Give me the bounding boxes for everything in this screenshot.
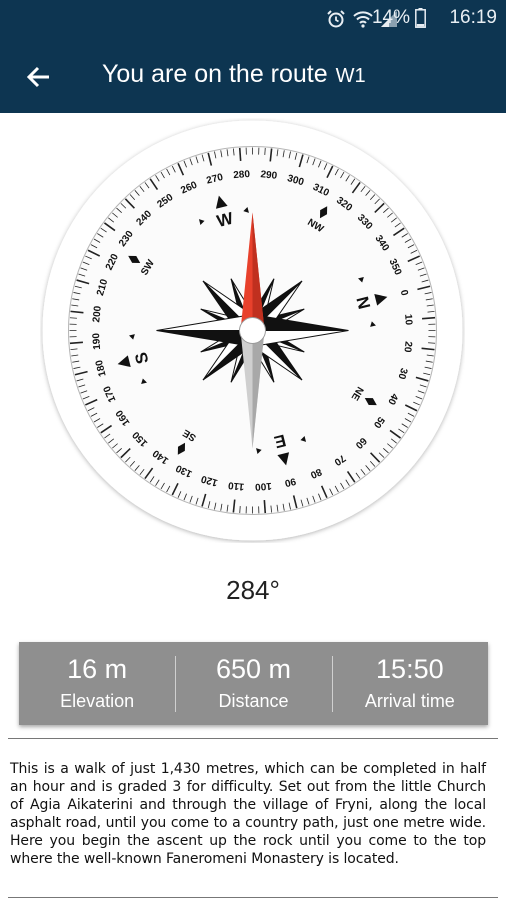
arrow-left-icon bbox=[26, 66, 49, 88]
status-bar: 14% 16:19 bbox=[0, 0, 506, 38]
battery-percentage: 14% bbox=[371, 7, 410, 28]
elevation-value: 16 m bbox=[67, 654, 128, 684]
degree-label: 10 bbox=[402, 314, 414, 326]
wifi-icon bbox=[353, 11, 373, 28]
degree-label: 290 bbox=[260, 169, 278, 182]
divider-bottom bbox=[8, 897, 498, 898]
back-button[interactable] bbox=[18, 57, 58, 97]
arrival-label: Arrival time bbox=[364, 691, 455, 711]
page-title: You are on the route W1 bbox=[102, 60, 366, 89]
divider-top bbox=[8, 738, 498, 739]
arrival-value: 15:50 bbox=[376, 654, 444, 684]
distance-label: Distance bbox=[218, 691, 289, 711]
degree-label: 280 bbox=[233, 169, 251, 181]
degree-label: 100 bbox=[254, 480, 272, 492]
elevation-label: Elevation bbox=[60, 691, 135, 711]
distance-value: 650 m bbox=[215, 654, 292, 684]
degree-label: 200 bbox=[91, 305, 104, 323]
degree-label: 20 bbox=[401, 341, 413, 354]
route-description: This is a walk of just 1,430 metres, whi… bbox=[10, 761, 486, 867]
clock: 16:19 bbox=[449, 7, 497, 28]
heading-readout: 284° bbox=[226, 575, 280, 605]
degree-label: 110 bbox=[227, 479, 245, 492]
route-stats: 16 m Elevation 650 m Distance 15:50 Arri… bbox=[19, 642, 488, 725]
degree-label: 190 bbox=[91, 332, 103, 350]
stat-arrival: 15:50 Arrival time bbox=[331, 642, 488, 725]
app-bar: You are on the route W1 bbox=[0, 38, 506, 113]
battery-icon bbox=[415, 8, 426, 28]
route-code: W1 bbox=[335, 65, 366, 87]
stat-distance: 650 m Distance bbox=[175, 642, 331, 725]
alarm-icon bbox=[327, 10, 345, 28]
compass-dial: 0102030405060708090100110120130140150160… bbox=[42, 120, 463, 541]
compass: 0 10 20 30 40 50 60 70 80 90 100 110 120 130 140 150 160… bbox=[40, 118, 465, 543]
needle-pivot bbox=[239, 317, 266, 344]
stat-elevation: 16 m Elevation bbox=[19, 642, 175, 725]
title-text: You are on the route bbox=[102, 60, 328, 88]
